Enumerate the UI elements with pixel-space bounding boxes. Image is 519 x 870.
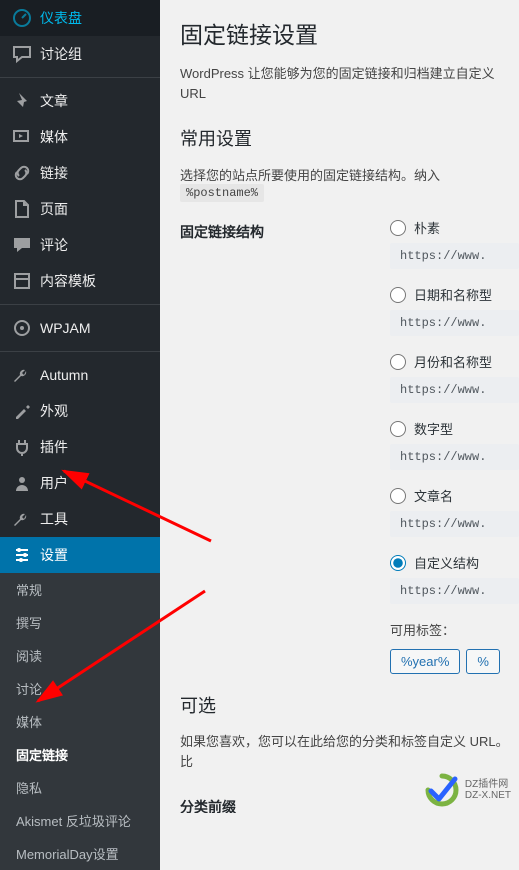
sidebar-item-label: 媒体 [40, 127, 68, 147]
postname-tag: %postname% [180, 184, 264, 202]
permalink-radio-1[interactable] [390, 287, 406, 303]
sidebar-item-label: 仪表盘 [40, 8, 82, 28]
tag-button[interactable]: %year% [390, 649, 460, 674]
sidebar-item-仪表盘[interactable]: 仪表盘 [0, 0, 160, 36]
sidebar-item-工具[interactable]: 工具 [0, 501, 160, 537]
optional-description: 如果您喜欢，您可以在此给您的分类和标签自定义 URL。比 [180, 732, 519, 771]
user-icon [12, 473, 32, 493]
section-optional-title: 可选 [180, 692, 519, 718]
permalink-url-preview: https://www. [390, 444, 519, 470]
sidebar-item-label: 用户 [40, 473, 68, 493]
gauge-icon [12, 8, 32, 28]
sidebar-item-label: 内容模板 [40, 271, 96, 291]
chat-icon [12, 44, 32, 64]
watermark-icon [425, 773, 459, 807]
sidebar-item-讨论组[interactable]: 讨论组 [0, 36, 160, 72]
permalink-url-preview: https://www. [390, 243, 519, 269]
permalink-radio-4[interactable] [390, 488, 406, 504]
submenu-item-固定链接[interactable]: 固定链接 [0, 738, 160, 771]
permalink-option-label[interactable]: 数字型 [414, 419, 453, 438]
page-title: 固定链接设置 [180, 16, 519, 50]
permalink-option-label[interactable]: 月份和名称型 [414, 352, 492, 371]
sidebar-item-文章[interactable]: 文章 [0, 83, 160, 119]
submenu-item-常规[interactable]: 常规 [0, 573, 160, 606]
sidebar-item-设置[interactable]: 设置 [0, 537, 160, 573]
permalink-radio-5[interactable] [390, 555, 406, 571]
sidebar-item-外观[interactable]: 外观 [0, 393, 160, 429]
sidebar-item-label: 链接 [40, 163, 68, 183]
permalink-radio-3[interactable] [390, 421, 406, 437]
sidebar-item-label: 文章 [40, 91, 68, 111]
main-content: 固定链接设置 WordPress 让您能够为您的固定链接和归档建立自定义 URL… [160, 0, 519, 813]
submenu-item-媒体[interactable]: 媒体 [0, 705, 160, 738]
wpjam-icon [12, 318, 32, 338]
available-tags-label: 可用标签： [390, 620, 519, 639]
watermark-brand: DZ插件网 [465, 779, 511, 790]
section-common-title: 常用设置 [180, 125, 519, 151]
brush-icon [12, 401, 32, 421]
admin-sidebar: 仪表盘讨论组文章媒体链接页面评论内容模板WPJAMAutumn外观插件用户工具设… [0, 0, 160, 813]
note-prefix: 选择您的站点所要使用的固定链接结构。纳入 [180, 168, 440, 183]
sidebar-item-label: 设置 [40, 545, 68, 565]
sidebar-item-label: WPJAM [40, 320, 91, 336]
sidebar-item-插件[interactable]: 插件 [0, 429, 160, 465]
sidebar-item-label: 插件 [40, 437, 68, 457]
plug-icon [12, 437, 32, 457]
permalink-option-label[interactable]: 朴素 [414, 218, 440, 237]
sidebar-item-页面[interactable]: 页面 [0, 191, 160, 227]
submenu-item-阅读[interactable]: 阅读 [0, 639, 160, 672]
permalink-options: 朴素 https://www. 日期和名称型 https://www. 月份和名称型 ht… [390, 218, 519, 674]
page-icon [12, 199, 32, 219]
settings-submenu: 常规撰写阅读讨论媒体固定链接隐私Akismet 反垃圾评论MemorialDay… [0, 573, 160, 870]
sidebar-item-label: 工具 [40, 509, 68, 529]
permalink-radio-2[interactable] [390, 354, 406, 370]
link-icon [12, 163, 32, 183]
submenu-item-MemorialDay设置[interactable]: MemorialDay设置 [0, 837, 160, 870]
permalink-structure-label: 固定链接结构 [180, 218, 390, 674]
sidebar-item-链接[interactable]: 链接 [0, 155, 160, 191]
wrench-icon [12, 365, 32, 385]
submenu-item-隐私[interactable]: 隐私 [0, 771, 160, 804]
template-icon [12, 271, 32, 291]
page-description: WordPress 让您能够为您的固定链接和归档建立自定义 URL [180, 64, 519, 103]
permalink-radio-0[interactable] [390, 220, 406, 236]
submenu-item-Akismet 反垃圾评论[interactable]: Akismet 反垃圾评论 [0, 804, 160, 837]
category-prefix-label: 分类前缀 [180, 793, 390, 813]
submenu-item-讨论[interactable]: 讨论 [0, 672, 160, 705]
permalink-url-preview: https://www. [390, 511, 519, 537]
sidebar-item-label: 外观 [40, 401, 68, 421]
tag-button[interactable]: % [466, 649, 500, 674]
sidebar-item-内容模板[interactable]: 内容模板 [0, 263, 160, 299]
sidebar-item-用户[interactable]: 用户 [0, 465, 160, 501]
submenu-item-撰写[interactable]: 撰写 [0, 606, 160, 639]
sidebar-item-评论[interactable]: 评论 [0, 227, 160, 263]
watermark-url: DZ-X.NET [465, 790, 511, 801]
sliders-icon [12, 545, 32, 565]
watermark: DZ插件网 DZ-X.NET [425, 773, 511, 807]
sidebar-item-label: 评论 [40, 235, 68, 255]
permalink-option-label[interactable]: 日期和名称型 [414, 285, 492, 304]
sidebar-item-Autumn[interactable]: Autumn [0, 357, 160, 393]
sidebar-item-WPJAM[interactable]: WPJAM [0, 310, 160, 346]
permalink-url-preview: https://www. [390, 310, 519, 336]
media-icon [12, 127, 32, 147]
comment-icon [12, 235, 32, 255]
sidebar-item-label: 讨论组 [40, 44, 82, 64]
sidebar-item-媒体[interactable]: 媒体 [0, 119, 160, 155]
structure-note: 选择您的站点所要使用的固定链接结构。纳入 %postname% [180, 165, 519, 200]
permalink-url-preview: https://www. [390, 377, 519, 403]
sidebar-item-label: Autumn [40, 367, 88, 383]
permalink-url-preview: https://www. [390, 578, 519, 604]
permalink-option-label[interactable]: 文章名 [414, 486, 453, 505]
permalink-option-label[interactable]: 自定义结构 [414, 553, 479, 572]
pin-icon [12, 91, 32, 111]
sidebar-item-label: 页面 [40, 199, 68, 219]
wrench-icon [12, 509, 32, 529]
